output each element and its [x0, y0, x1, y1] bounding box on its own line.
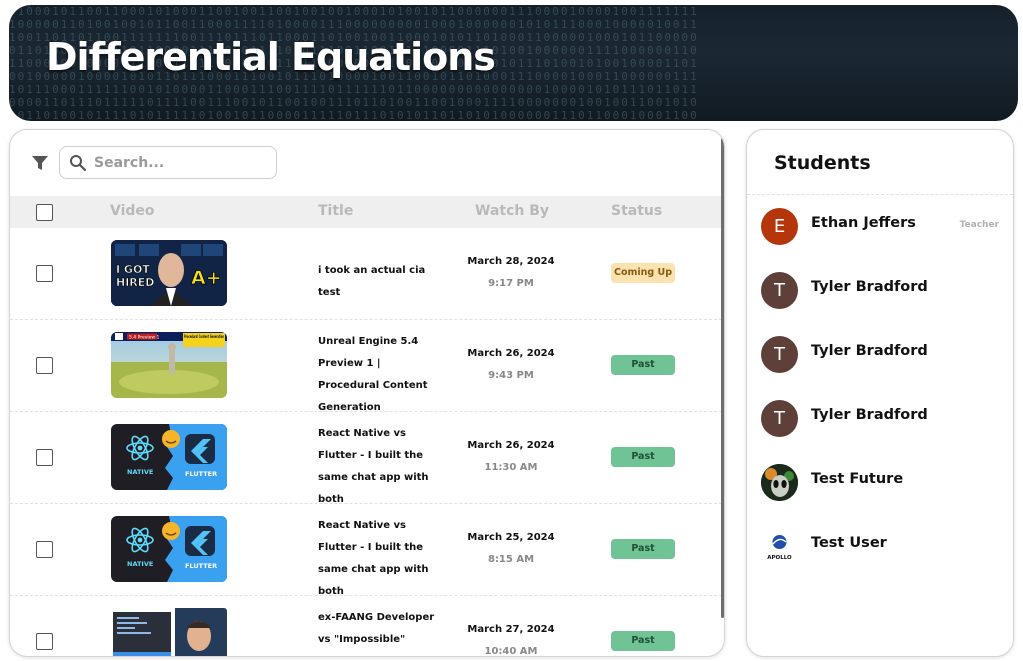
student-name[interactable]: Tyler Bradford: [811, 343, 928, 359]
watch-by-date: March 25, 2024: [467, 532, 555, 543]
course-banner: 0100010110011000101000110010011001001001…: [9, 5, 1018, 121]
status-badge: Past: [611, 539, 675, 559]
student-name[interactable]: Tyler Bradford: [811, 407, 928, 423]
header-status[interactable]: Status: [611, 203, 662, 219]
video-thumbnail[interactable]: I GOT HIRED A+: [111, 240, 227, 306]
alien-avatar-icon: [761, 464, 798, 501]
video-thumbnail[interactable]: NATIVE FLUTTER: [111, 424, 227, 490]
student-item[interactable]: APOLLO Test User: [747, 515, 1013, 579]
react-native-flutter-thumbnail-art: NATIVE FLUTTER: [111, 516, 227, 582]
student-role: Teacher: [959, 220, 999, 230]
scrollbar[interactable]: [721, 138, 724, 618]
avatar: T: [761, 400, 798, 437]
apollo-logo-icon: APOLLO: [767, 535, 792, 561]
unreal-engine-thumbnail-art: 5.4 Preview 1 Procedural Content Generat…: [111, 332, 227, 398]
video-title[interactable]: React Native vs Flutter - I built the sa…: [318, 515, 436, 603]
svg-text:Procedural Content Generation: Procedural Content Generation: [184, 334, 224, 339]
avatar: T: [761, 336, 798, 373]
table-row[interactable]: NATIVE FLUTTER React Native vs Flutter -…: [10, 412, 722, 505]
student-item[interactable]: T Tyler Bradford: [747, 387, 1013, 451]
student-item[interactable]: T Tyler Bradford: [747, 323, 1013, 387]
table-row[interactable]: 5.4 Preview 1 Procedural Content Generat…: [10, 320, 722, 413]
svg-text:APOLLO: APOLLO: [767, 555, 792, 561]
status-badge: Past: [611, 631, 675, 651]
table-row[interactable]: ex-FAANG Developer vs "Impossible" JavaS…: [10, 596, 722, 657]
faang-developer-thumbnail-art: [111, 608, 227, 656]
student-name[interactable]: Test Future: [811, 471, 903, 487]
svg-text:A+: A+: [191, 267, 222, 289]
students-panel: Students E Ethan Jeffers Teacher T Tyler…: [746, 129, 1014, 657]
watch-by-time: 9:17 PM: [488, 278, 534, 289]
search-box: [59, 146, 277, 179]
row-checkbox[interactable]: [36, 541, 53, 558]
table-header: Video Title Watch By Status: [10, 196, 722, 228]
search-icon: [70, 155, 87, 172]
svg-text:I GOT: I GOT: [116, 263, 150, 276]
svg-text:FLUTTER: FLUTTER: [185, 470, 217, 478]
avatar: [761, 464, 798, 501]
svg-text:5.4 Preview 1: 5.4 Preview 1: [129, 335, 160, 341]
svg-text:NATIVE: NATIVE: [127, 468, 153, 476]
status-badge: Past: [611, 447, 675, 467]
svg-text:FLUTTER: FLUTTER: [185, 562, 217, 570]
table-toolbar: [10, 130, 724, 194]
watch-by-date: March 27, 2024: [467, 624, 555, 635]
avatar: T: [761, 272, 798, 309]
video-title[interactable]: ex-FAANG Developer vs "Impossible" JavaS…: [318, 607, 436, 656]
row-checkbox[interactable]: [36, 633, 53, 650]
student-name[interactable]: Test User: [811, 535, 887, 551]
select-all-checkbox[interactable]: [36, 204, 53, 221]
watch-by-date: March 28, 2024: [467, 256, 555, 267]
table-row[interactable]: NATIVE FLUTTER React Native vs Flutter -…: [10, 504, 722, 597]
video-list-panel: Video Title Watch By Status I GOT HIRED …: [9, 129, 725, 657]
row-checkbox[interactable]: [36, 357, 53, 374]
react-native-flutter-thumbnail-art: NATIVE FLUTTER: [111, 424, 227, 490]
svg-text:HIRED: HIRED: [116, 276, 154, 289]
video-thumbnail[interactable]: NATIVE FLUTTER: [111, 516, 227, 582]
watch-by-time: 10:40 AM: [484, 646, 538, 657]
cia-test-thumbnail-art: I GOT HIRED A+: [111, 240, 227, 306]
video-thumbnail[interactable]: 5.4 Preview 1 Procedural Content Generat…: [111, 332, 227, 398]
student-name[interactable]: Tyler Bradford: [811, 279, 928, 295]
student-item[interactable]: T Tyler Bradford: [747, 259, 1013, 323]
video-title[interactable]: Unreal Engine 5.4 Preview 1 | Procedural…: [318, 331, 436, 419]
filter-icon[interactable]: [31, 155, 49, 171]
watch-by-time: 9:43 PM: [488, 370, 534, 381]
status-badge: Past: [611, 355, 675, 375]
header-watch-by[interactable]: Watch By: [475, 203, 549, 219]
watch-by-time: 11:30 AM: [484, 462, 538, 473]
search-input[interactable]: [94, 152, 269, 174]
course-title: Differential Equations: [46, 35, 496, 79]
video-title[interactable]: React Native vs Flutter - I built the sa…: [318, 423, 436, 511]
student-name[interactable]: Ethan Jeffers: [811, 215, 916, 231]
watch-by-date: March 26, 2024: [467, 440, 555, 451]
header-title[interactable]: Title: [318, 203, 353, 219]
header-video[interactable]: Video: [110, 203, 155, 219]
students-heading: Students: [774, 152, 871, 174]
avatar: APOLLO: [761, 528, 798, 565]
student-item[interactable]: Test Future: [747, 451, 1013, 515]
row-checkbox[interactable]: [36, 265, 53, 282]
svg-text:NATIVE: NATIVE: [127, 560, 153, 568]
watch-by-time: 8:15 AM: [487, 554, 535, 565]
watch-by-date: March 26, 2024: [467, 348, 555, 359]
table-row[interactable]: I GOT HIRED A+ i took an actual cia test…: [10, 228, 722, 320]
row-checkbox[interactable]: [36, 449, 53, 466]
status-badge: Coming Up: [611, 263, 675, 283]
video-title[interactable]: i took an actual cia test: [318, 260, 436, 304]
avatar: E: [761, 208, 798, 245]
video-thumbnail[interactable]: [111, 608, 227, 656]
student-item[interactable]: E Ethan Jeffers Teacher: [747, 195, 1013, 259]
